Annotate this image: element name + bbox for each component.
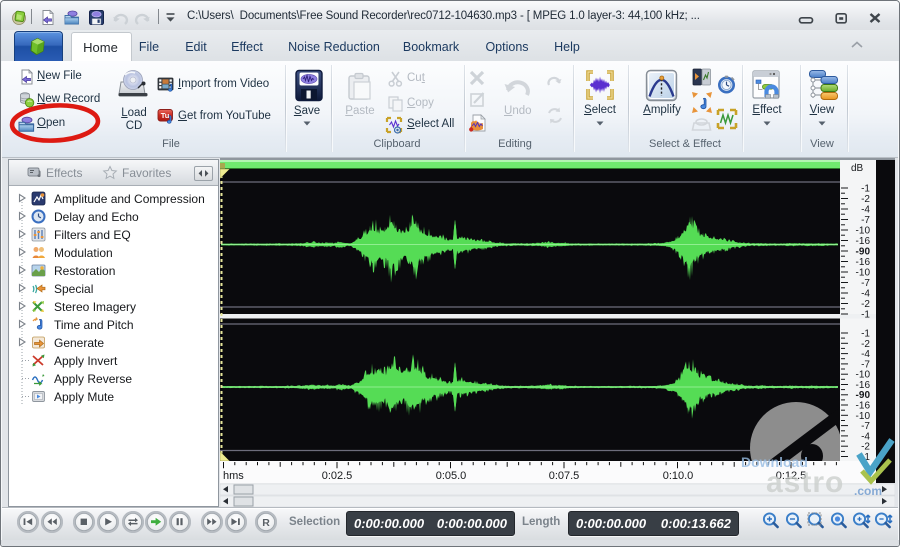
svg-text:0:07.5: 0:07.5 bbox=[549, 470, 580, 482]
svg-text:dB: dB bbox=[851, 163, 864, 174]
svg-text:-1: -1 bbox=[861, 184, 870, 195]
svg-text:-90: -90 bbox=[856, 247, 871, 258]
svg-text:-16: -16 bbox=[856, 236, 871, 247]
svg-text:0:05.0: 0:05.0 bbox=[436, 470, 467, 482]
svg-text:-10: -10 bbox=[856, 226, 871, 237]
svg-text:0:02.5: 0:02.5 bbox=[322, 470, 353, 482]
svg-text:-2: -2 bbox=[861, 299, 870, 310]
svg-text:hms: hms bbox=[223, 470, 244, 482]
svg-text:-1: -1 bbox=[861, 310, 870, 321]
svg-text:0:10.0: 0:10.0 bbox=[663, 470, 694, 482]
svg-text:Tu: Tu bbox=[161, 111, 170, 120]
svg-text:-16: -16 bbox=[856, 257, 871, 268]
svg-text:astro: astro bbox=[766, 466, 844, 499]
svg-text:-4: -4 bbox=[861, 205, 870, 216]
svg-text:-2: -2 bbox=[861, 194, 870, 205]
svg-text:-4: -4 bbox=[861, 289, 870, 300]
svg-text:.com: .com bbox=[854, 484, 882, 498]
svg-text:-7: -7 bbox=[861, 215, 870, 226]
svg-text:R: R bbox=[262, 517, 270, 529]
svg-text:-10: -10 bbox=[856, 268, 871, 279]
svg-text:-7: -7 bbox=[861, 278, 870, 289]
